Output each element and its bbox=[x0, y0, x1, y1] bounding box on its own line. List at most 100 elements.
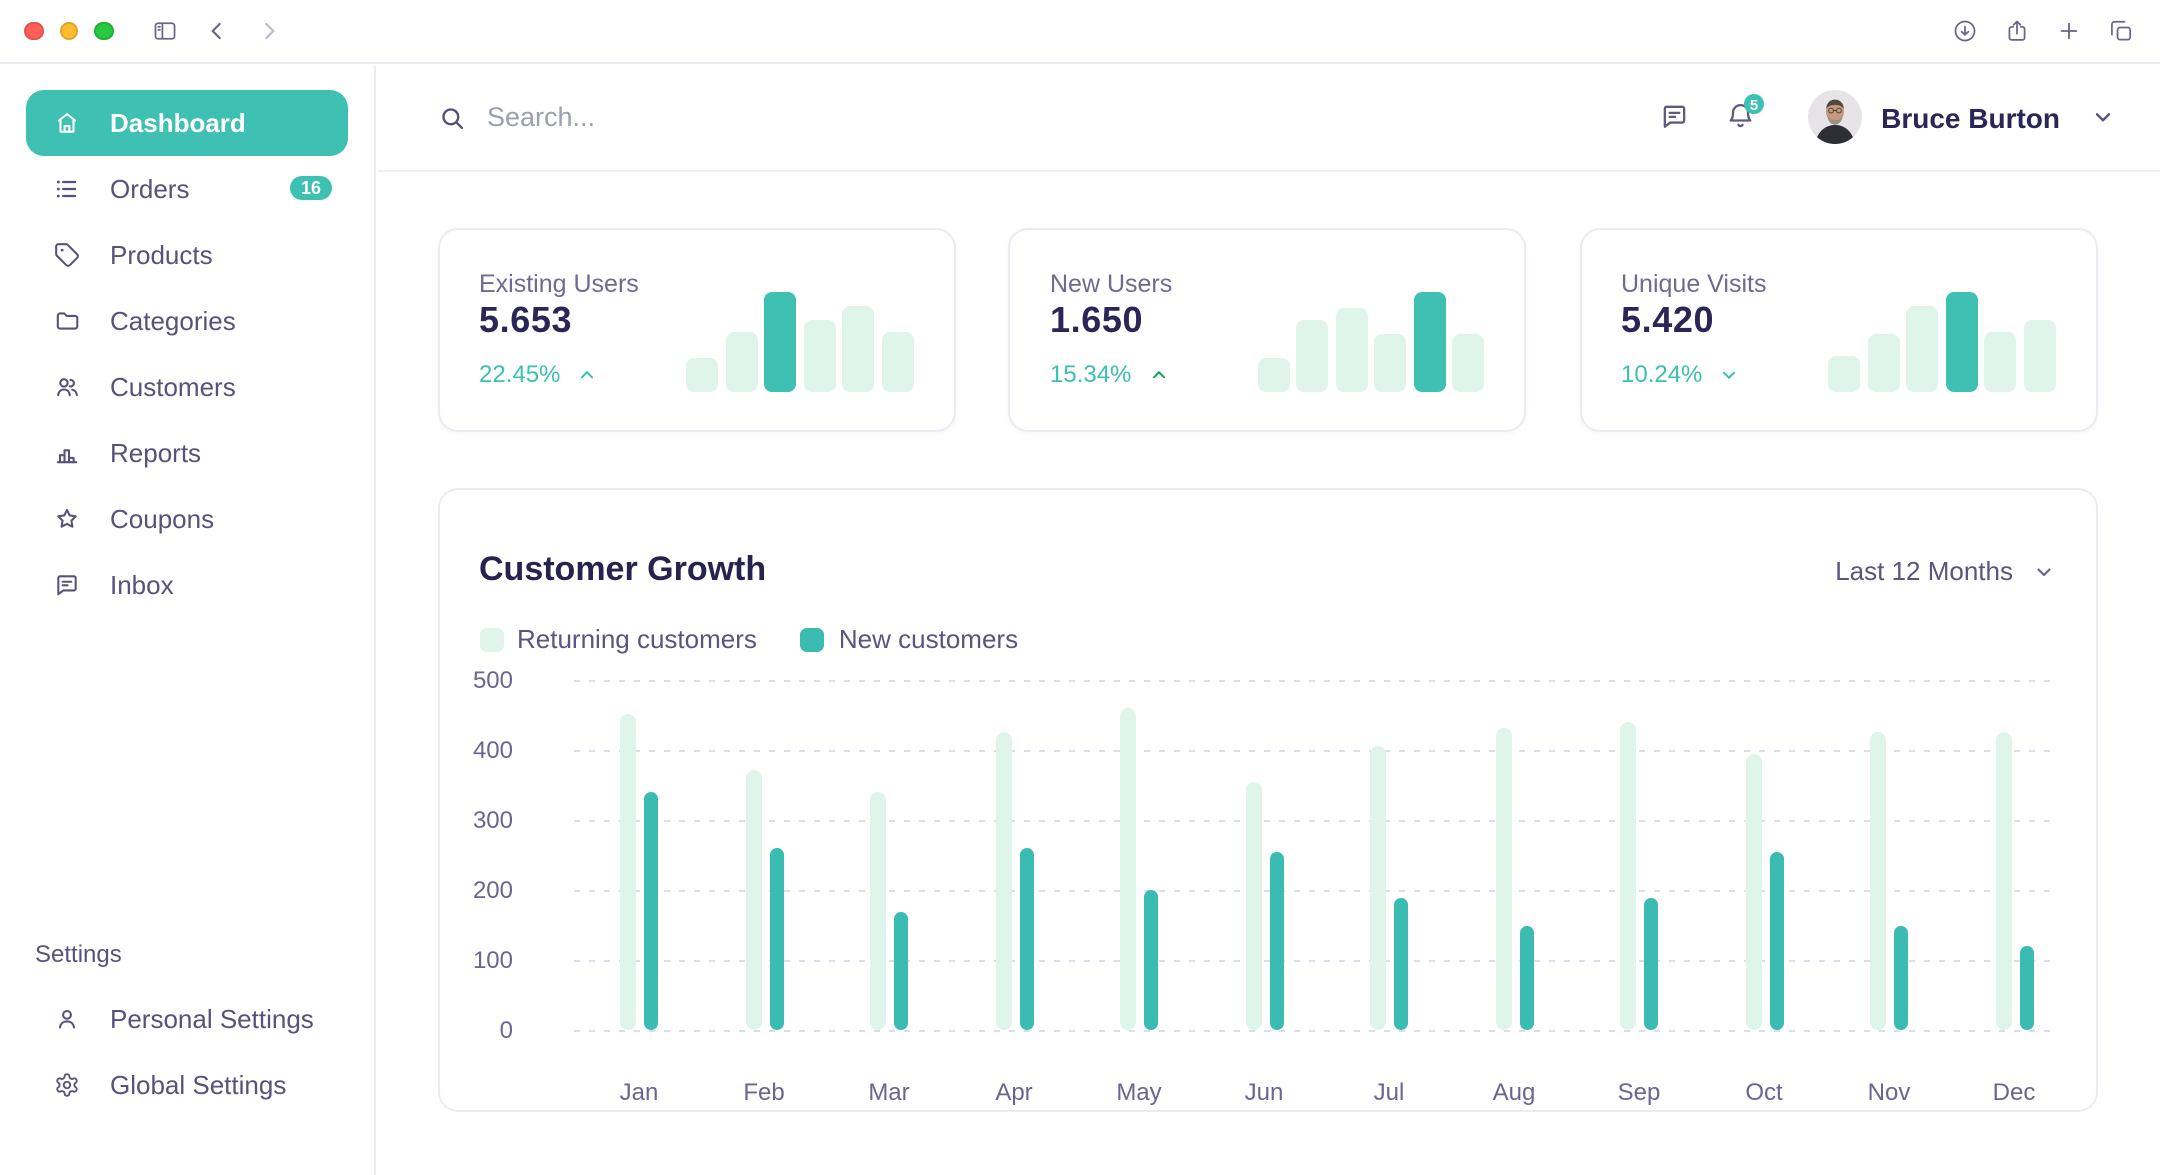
sidebar-item-customers[interactable]: Customers bbox=[25, 353, 348, 419]
app-window: Dashboard Orders16Products Categories Custo… bbox=[0, 0, 2160, 1175]
stat-card-unique-visits: Unique Visits5.42010.24% bbox=[1579, 228, 2097, 432]
sidebar-settings-nav: Personal Settings Global Settings bbox=[0, 985, 373, 1117]
mini-bar bbox=[1867, 333, 1899, 392]
mini-bar-highlighted bbox=[1945, 292, 1977, 392]
bar-returning-mar bbox=[870, 792, 886, 1031]
stat-card-value: 5.420 bbox=[1621, 300, 1714, 342]
notifications-button[interactable]: 5 bbox=[1726, 103, 1755, 132]
sidebar-item-global-settings[interactable]: Global Settings bbox=[25, 1051, 348, 1117]
orders-count-badge: 16 bbox=[291, 176, 331, 200]
sidebar-item-label: Categories bbox=[110, 305, 236, 335]
bar-new-nov bbox=[1894, 925, 1908, 1030]
x-axis-label-oct: Oct bbox=[1714, 1078, 1814, 1106]
mini-bar bbox=[1335, 308, 1367, 392]
mini-bar bbox=[803, 319, 835, 392]
bar-new-oct bbox=[1769, 852, 1783, 1031]
mini-bar bbox=[1296, 320, 1328, 392]
sidebar-item-label: Personal Settings bbox=[110, 1003, 314, 1033]
new-tab-icon[interactable] bbox=[2056, 18, 2082, 44]
bar-returning-feb bbox=[745, 771, 761, 1031]
bar-returning-dec bbox=[1995, 732, 2011, 1030]
mini-bar bbox=[1828, 356, 1860, 392]
sidebar-toggle-icon[interactable] bbox=[151, 18, 177, 44]
sidebar-item-label: Coupons bbox=[110, 503, 214, 533]
x-axis-label-jan: Jan bbox=[589, 1078, 689, 1106]
sidebar-item-label: Inbox bbox=[110, 569, 174, 599]
bar-new-feb bbox=[769, 848, 783, 1031]
x-axis-label-feb: Feb bbox=[714, 1078, 814, 1106]
stat-card-value: 5.653 bbox=[479, 300, 572, 342]
user-menu-chevron-down-icon[interactable] bbox=[2090, 104, 2116, 130]
user-name[interactable]: Bruce Burton bbox=[1881, 101, 2060, 133]
sidebar-item-label: Dashboard bbox=[110, 107, 246, 137]
tabs-overview-icon[interactable] bbox=[2108, 18, 2134, 44]
sidebar-settings-section: Settings Personal Settings Global Setting… bbox=[0, 933, 373, 1117]
stat-card-percent: 22.45% bbox=[479, 360, 560, 388]
bar-returning-apr bbox=[995, 732, 1011, 1030]
bar-new-mar bbox=[894, 911, 908, 1030]
share-icon[interactable] bbox=[2004, 18, 2030, 44]
sidebar-item-label: Reports bbox=[110, 437, 201, 467]
bar-returning-jul bbox=[1370, 746, 1386, 1030]
mini-bar bbox=[842, 305, 874, 392]
x-axis-label-jun: Jun bbox=[1214, 1078, 1314, 1106]
x-axis-label-jul: Jul bbox=[1339, 1078, 1439, 1106]
stat-card-existing-users: Existing Users5.65322.45% bbox=[437, 228, 955, 432]
close-window-button[interactable] bbox=[24, 21, 43, 40]
forward-icon[interactable] bbox=[255, 18, 281, 44]
download-icon[interactable] bbox=[1952, 18, 1978, 44]
bar-returning-jan bbox=[620, 715, 636, 1031]
mini-bar bbox=[725, 332, 757, 392]
stat-card-mini-chart bbox=[1828, 292, 2055, 392]
y-axis-label: 500 bbox=[439, 666, 513, 694]
mini-bar-highlighted bbox=[764, 292, 796, 392]
user-icon bbox=[54, 1005, 80, 1031]
sidebar-item-personal-settings[interactable]: Personal Settings bbox=[25, 985, 348, 1051]
mini-bar-highlighted bbox=[1413, 292, 1445, 392]
sidebar-item-inbox[interactable]: Inbox bbox=[25, 551, 348, 617]
star-icon bbox=[54, 505, 80, 531]
gridline-300 bbox=[573, 820, 2057, 822]
y-axis-label: 200 bbox=[439, 876, 513, 904]
messages-icon[interactable] bbox=[1659, 103, 1688, 132]
stat-card-percent: 15.34% bbox=[1050, 360, 1131, 388]
stat-cards-row: Existing Users5.65322.45%New Users1.6501… bbox=[437, 228, 2097, 432]
zoom-window-button[interactable] bbox=[94, 21, 113, 40]
list-icon bbox=[54, 175, 80, 201]
sidebar-item-dashboard[interactable]: Dashboard bbox=[25, 89, 348, 155]
x-axis-label-aug: Aug bbox=[1464, 1078, 1564, 1106]
x-axis-label-dec: Dec bbox=[1964, 1078, 2064, 1106]
sidebar-item-categories[interactable]: Categories bbox=[25, 287, 348, 353]
stat-card-label: New Users bbox=[1050, 270, 1172, 298]
sidebar-item-coupons[interactable]: Coupons bbox=[25, 485, 348, 551]
x-axis-label-mar: Mar bbox=[839, 1078, 939, 1106]
sidebar-item-orders[interactable]: Orders16 bbox=[25, 155, 348, 221]
trend-down-icon bbox=[1718, 363, 1740, 385]
back-icon[interactable] bbox=[203, 18, 229, 44]
search-bar bbox=[437, 102, 1127, 132]
y-axis-label: 100 bbox=[439, 946, 513, 974]
header-right-cluster: 5 Bruce Burton bbox=[1659, 90, 2116, 144]
home-icon bbox=[54, 109, 80, 135]
bar-new-dec bbox=[2019, 946, 2033, 1030]
titlebar-left-tools bbox=[151, 18, 281, 44]
search-input[interactable] bbox=[487, 102, 1127, 132]
bar-returning-oct bbox=[1745, 753, 1761, 1030]
x-axis-label-sep: Sep bbox=[1589, 1078, 1689, 1106]
bar-chart-icon bbox=[54, 439, 80, 465]
mini-bar bbox=[2023, 320, 2055, 392]
gridline-200 bbox=[573, 890, 2057, 892]
bar-returning-may bbox=[1120, 708, 1136, 1031]
bar-returning-nov bbox=[1870, 732, 1886, 1030]
sidebar-item-reports[interactable]: Reports bbox=[25, 419, 348, 485]
minimize-window-button[interactable] bbox=[59, 21, 78, 40]
x-axis-label-may: May bbox=[1089, 1078, 1189, 1106]
x-axis-label-apr: Apr bbox=[964, 1078, 1064, 1106]
users-icon bbox=[54, 373, 80, 399]
settings-heading: Settings bbox=[0, 933, 373, 973]
stat-card-label: Unique Visits bbox=[1621, 270, 1766, 298]
avatar[interactable] bbox=[1807, 90, 1861, 144]
titlebar-right-tools bbox=[1952, 18, 2134, 44]
gridline-400 bbox=[573, 750, 2057, 752]
sidebar-item-products[interactable]: Products bbox=[25, 221, 348, 287]
